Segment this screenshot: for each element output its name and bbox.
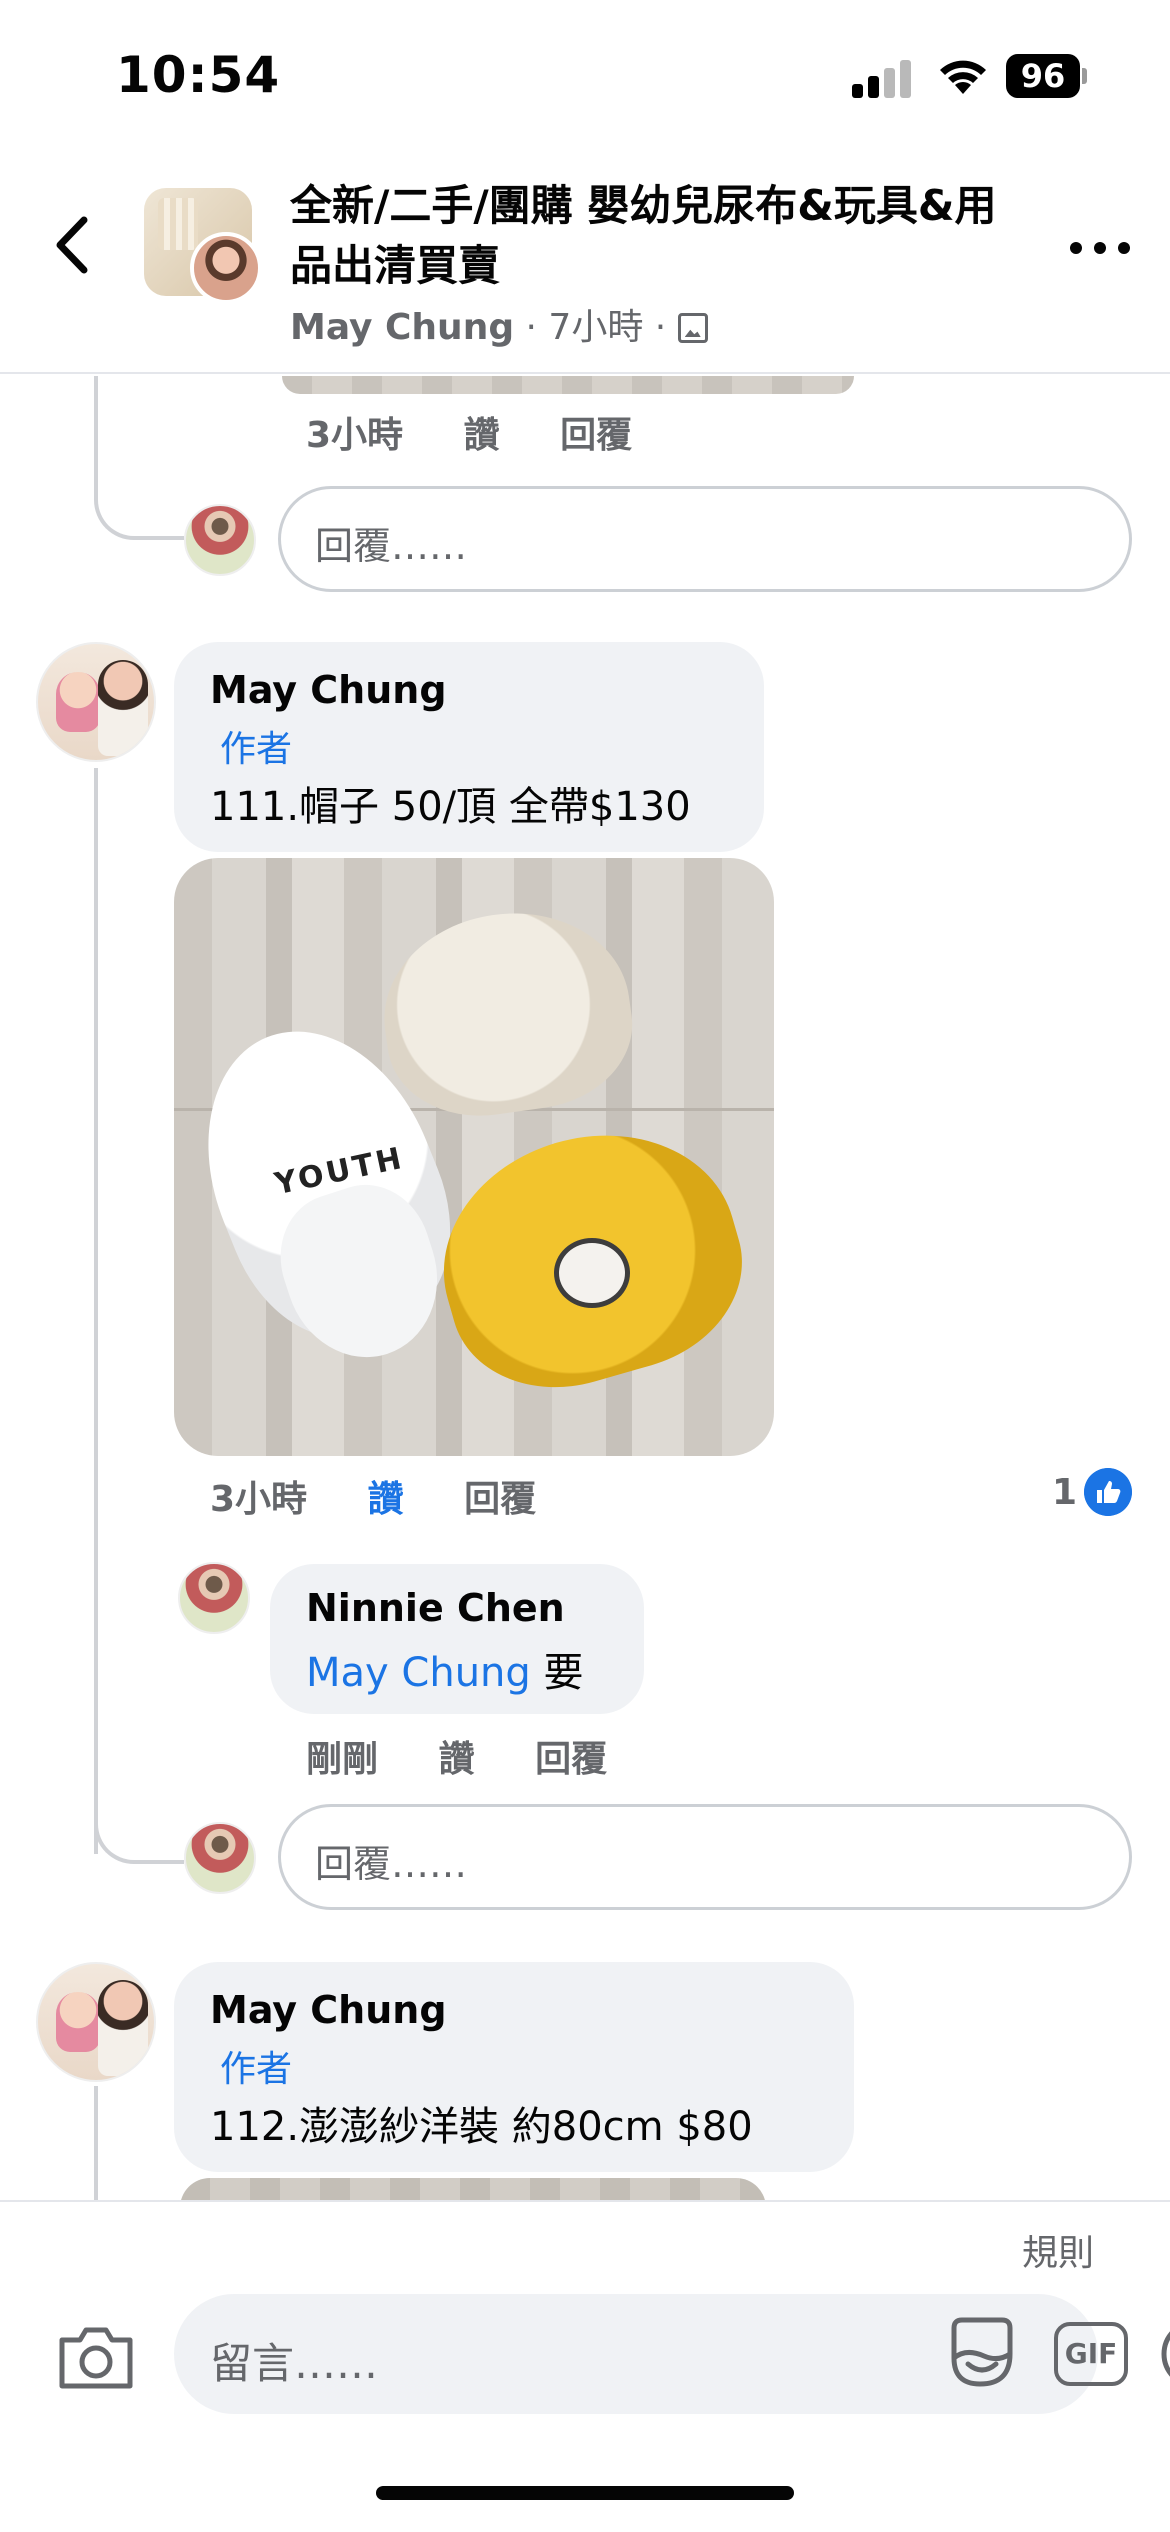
- comment-photo[interactable]: [180, 2178, 766, 2200]
- gif-button[interactable]: GIF: [1054, 2322, 1128, 2386]
- battery-icon: 96: [1006, 54, 1087, 98]
- previous-photo-edge[interactable]: [282, 376, 854, 394]
- reply-placeholder: 回覆……: [315, 1842, 468, 1886]
- wifi-icon: [940, 60, 986, 94]
- reply-input[interactable]: 回覆……: [278, 486, 1132, 592]
- comment-placeholder: 留言……: [210, 2339, 379, 2388]
- comment-bubble[interactable]: May Chung 作者 112.澎澎紗洋裝 約80cm $80: [174, 1962, 854, 2172]
- comments-feed[interactable]: 3小時 讚 回覆 回覆…… May Chung 作者 111.帽子 50/頂 全…: [0, 376, 1170, 2200]
- comment-author-avatar[interactable]: [36, 642, 156, 762]
- comment-author[interactable]: May Chung: [210, 1988, 447, 2032]
- like-button[interactable]: 讚: [439, 1730, 475, 1782]
- cellular-signal-icon: [852, 58, 914, 98]
- reply-button[interactable]: 回覆: [560, 406, 632, 458]
- camera-icon[interactable]: [56, 2322, 136, 2392]
- thread-connector: [94, 1794, 184, 1864]
- thumbs-up-icon[interactable]: [1084, 1468, 1132, 1516]
- reply-author-avatar[interactable]: [178, 1562, 250, 1634]
- status-time: 10:54: [116, 46, 281, 104]
- my-avatar: [184, 1822, 256, 1894]
- reply-time: 剛剛: [306, 1739, 379, 1780]
- mention-link[interactable]: May Chung: [306, 1650, 531, 1696]
- previous-reply-actions: 3小時 讚 回覆: [306, 406, 680, 458]
- reply-button[interactable]: 回覆: [464, 1470, 536, 1522]
- comment-author-avatar[interactable]: [36, 1962, 156, 2082]
- author-badge: 作者: [220, 729, 293, 770]
- reply-actions: 剛剛 讚 回覆: [306, 1730, 655, 1782]
- comment-text: 112.澎澎紗洋裝 約80cm $80: [210, 2104, 753, 2150]
- thread-line: [94, 768, 98, 1854]
- comment-text: 111.帽子 50/頂 全帶$130: [210, 784, 691, 830]
- reply-placeholder: 回覆……: [315, 524, 468, 568]
- author-badge: 作者: [220, 2049, 293, 2090]
- reply-author[interactable]: Ninnie Chen: [306, 1586, 565, 1630]
- emoji-icon[interactable]: [1160, 2318, 1170, 2390]
- beige-cap: [371, 897, 643, 1129]
- comment-author[interactable]: May Chung: [210, 668, 447, 712]
- reply-button[interactable]: 回覆: [535, 1730, 607, 1782]
- thread-line: [94, 2086, 98, 2200]
- battery-level: 96: [1006, 54, 1080, 98]
- post-author[interactable]: May Chung: [290, 307, 514, 348]
- post-meta: May Chung · 7小時 ·: [290, 298, 708, 350]
- author-avatar[interactable]: [190, 232, 262, 304]
- comment-composer: 規則 留言…… GIF: [0, 2200, 1170, 2532]
- reply-text: May Chung 要: [306, 1650, 584, 1696]
- home-indicator[interactable]: [376, 2486, 794, 2500]
- comment-photo[interactable]: YOUTH: [174, 858, 774, 1456]
- comment-bubble[interactable]: May Chung 作者 111.帽子 50/頂 全帶$130: [174, 642, 764, 852]
- reply-input[interactable]: 回覆……: [278, 1804, 1132, 1910]
- like-count[interactable]: 1: [1052, 1472, 1077, 1513]
- thread-connector: [94, 470, 184, 540]
- my-avatar: [184, 504, 256, 576]
- post-header: 全新/二手/團購 嬰幼兒尿布&玩具&用品出清買賣 May Chung · 7小時…: [0, 150, 1170, 374]
- sticker-icon[interactable]: [944, 2314, 1020, 2392]
- like-button[interactable]: 讚: [368, 1470, 404, 1522]
- comment-actions: 3小時 讚 回覆: [210, 1470, 584, 1522]
- post-time: · 7小時 ·: [525, 307, 667, 348]
- photo-icon: [677, 313, 708, 343]
- back-button[interactable]: [44, 210, 104, 280]
- comment-input[interactable]: 留言…… GIF: [174, 2294, 1170, 2414]
- group-title[interactable]: 全新/二手/團購 嬰幼兒尿布&玩具&用品出清買賣: [290, 176, 1030, 296]
- like-button[interactable]: 讚: [464, 406, 500, 458]
- rules-link[interactable]: 規則: [1022, 2224, 1094, 2276]
- more-options-button[interactable]: [1068, 232, 1138, 262]
- comment-time: 3小時: [210, 1479, 308, 1520]
- reply-bubble[interactable]: Ninnie Chen May Chung 要: [270, 1564, 644, 1714]
- comment-time: 3小時: [306, 415, 404, 456]
- status-bar: 10:54 96: [0, 0, 1170, 150]
